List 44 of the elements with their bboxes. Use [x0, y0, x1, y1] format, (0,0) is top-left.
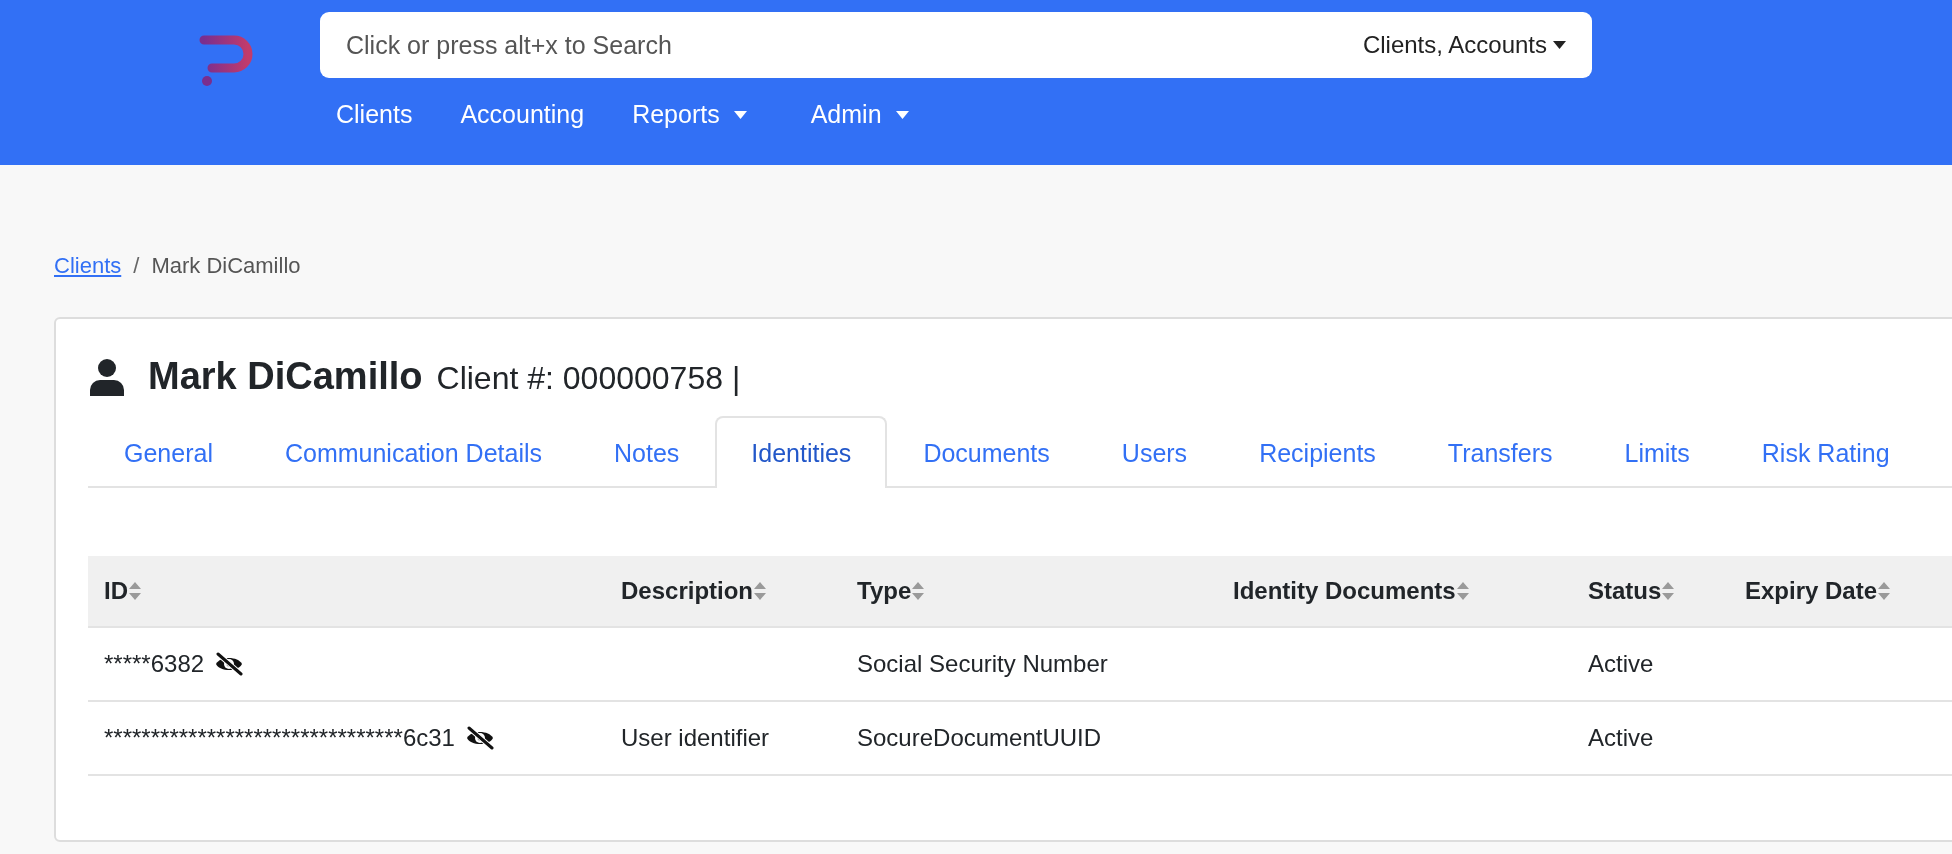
tab[interactable]: Transfers	[1411, 416, 1589, 488]
breadcrumb-link[interactable]: Clients	[54, 253, 122, 279]
sort-icon[interactable]	[753, 581, 768, 601]
sort-icon[interactable]	[911, 581, 926, 601]
tab[interactable]: Users	[1085, 416, 1224, 488]
table-cell: *****6382	[104, 650, 205, 678]
nav-link[interactable]: Accounting	[444, 94, 585, 135]
nav-link[interactable]: Reports	[632, 100, 720, 129]
caret-icon	[1553, 41, 1566, 49]
person-icon	[90, 357, 124, 396]
tab[interactable]: Limits	[1588, 416, 1726, 488]
nav-link[interactable]: Clients	[320, 94, 413, 135]
table-cell: ********************************6c31	[104, 724, 455, 752]
nav-link[interactable]: Admin	[810, 100, 882, 129]
column-header[interactable]: Expiry Date	[1745, 577, 1878, 605]
column-header[interactable]: Status	[1588, 577, 1662, 605]
sort-icon[interactable]	[128, 581, 142, 601]
tab[interactable]: Recipients	[1223, 416, 1412, 488]
search-field[interactable]: Click or press alt+x to Search Clients, Accounts	[320, 12, 1592, 78]
column-header[interactable]: Identity Documents	[1233, 577, 1456, 605]
table-cell: User identifier	[621, 724, 770, 752]
table-cell: Social Security Number	[857, 650, 1108, 678]
breadcrumb-current: Mark DiCamillo	[151, 253, 301, 279]
eye-slash-icon[interactable]	[214, 652, 245, 676]
sort-icon[interactable]	[1877, 581, 1892, 601]
breadcrumb-separator: /	[133, 253, 140, 279]
client-number: Client #: 000000758 |	[436, 360, 741, 397]
tab[interactable]: General	[88, 416, 249, 488]
client-name: Mark DiCamillo	[148, 355, 423, 398]
tab[interactable]: Notes	[578, 416, 716, 488]
tab[interactable]: Communication Details	[248, 416, 578, 488]
tab[interactable]: Documents	[887, 416, 1086, 488]
table-cell: SocureDocumentUUID	[857, 724, 1102, 752]
table-cell: Active	[1588, 650, 1654, 678]
tab[interactable]: Identities	[715, 416, 888, 488]
table-cell: Active	[1588, 724, 1654, 752]
column-header[interactable]: Type	[857, 577, 912, 605]
sort-icon[interactable]	[1661, 581, 1676, 601]
tab[interactable]: Risk Rating	[1725, 416, 1926, 488]
sort-icon[interactable]	[1455, 581, 1470, 601]
column-header[interactable]: Description	[621, 577, 754, 605]
search-scope-dropdown[interactable]: Clients, Accounts	[1362, 31, 1566, 59]
eye-slash-icon[interactable]	[464, 726, 495, 750]
column-header[interactable]: ID	[104, 577, 128, 605]
